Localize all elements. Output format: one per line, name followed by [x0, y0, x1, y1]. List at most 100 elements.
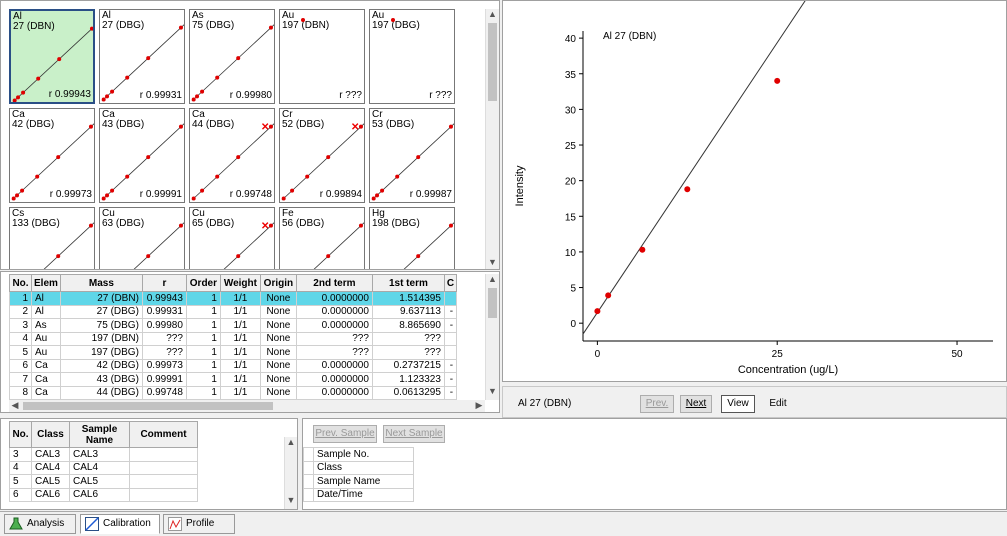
table-cell: ??? — [141, 331, 187, 346]
thumb-point — [371, 196, 376, 201]
table-row[interactable]: 7 Ca 43 (DBG) 0.99991 1 1/1 None 0.0000000 1.123… — [9, 372, 458, 387]
table-row[interactable]: 8 Ca 44 (DBG) 0.99748 1 1/1 None 0.0000000 0.061… — [9, 385, 458, 400]
calibration-thumbnail[interactable]: Hg 198 (DBG) — [369, 207, 455, 269]
thumb-point — [178, 124, 183, 129]
scroll-up-icon[interactable]: ▲ — [285, 437, 297, 447]
thumb-point — [416, 155, 421, 160]
row-selector[interactable] — [303, 447, 314, 462]
row-selector[interactable] — [303, 460, 314, 475]
column-header[interactable]: 1st term — [371, 274, 445, 292]
table-cell: - — [443, 372, 458, 387]
scroll-right-icon[interactable]: ▶ — [473, 400, 485, 411]
column-header[interactable]: Elem — [31, 274, 61, 292]
thumb-point — [101, 196, 106, 201]
table-hscrollbar[interactable]: ◀ ▶ — [9, 400, 485, 412]
scroll-up-icon[interactable]: ▲ — [486, 274, 499, 284]
data-point — [594, 308, 601, 315]
calibration-thumbnail[interactable]: Ca 42 (DBG) r 0.99973 — [9, 108, 95, 203]
table-cell: 0.0000000 — [295, 318, 373, 333]
table-row[interactable]: 1 Al 27 (DBN) 0.99943 1 1/1 None 0.0000000 1.514… — [9, 291, 458, 306]
scroll-down-icon[interactable]: ▼ — [285, 495, 297, 505]
tab-label: Profile — [186, 518, 215, 529]
scroll-thumb[interactable] — [488, 23, 497, 101]
table-row[interactable]: 3 CAL3 CAL3 — [9, 447, 198, 462]
calibration-thumbnail[interactable]: Al 27 (DBG) r 0.99931 — [99, 9, 185, 104]
calibration-thumbnail[interactable]: Au 197 (DBN) r ??? — [279, 9, 365, 104]
thumb-point — [12, 98, 17, 102]
next-button[interactable]: Next — [680, 395, 712, 413]
calibration-thumbnail[interactable]: Cr 53 (DBG) r 0.99987 — [369, 108, 455, 203]
table-cell: CAL5 — [69, 474, 130, 489]
edit-button[interactable]: Edit — [761, 395, 795, 413]
scroll-up-icon[interactable]: ▲ — [486, 9, 499, 19]
calibration-thumbnail[interactable]: Au 197 (DBG) r ??? — [369, 9, 455, 104]
table-cell: Al — [31, 291, 61, 306]
table-row[interactable]: 5 Au 197 (DBG)??? 1 1/1 None?????? — [9, 345, 458, 360]
column-header[interactable]: Mass — [59, 274, 143, 292]
calibration-curve-plot: 0 5 10 15 20 25 30 35 40 0 25 50 Concentration (ug/L… — [502, 0, 1007, 382]
detail-field-label: Sample Name — [313, 474, 414, 489]
table-row[interactable]: 6 Ca 42 (DBG) 0.99973 1 1/1 None 0.0000000 0.273… — [9, 358, 458, 373]
thumb-point — [21, 90, 26, 95]
thumb-point — [215, 174, 220, 179]
column-header[interactable]: No. — [9, 421, 32, 448]
tab-profile[interactable]: Profile — [163, 514, 235, 534]
table-row[interactable]: 6 CAL6 CAL6 — [9, 487, 198, 502]
scroll-thumb[interactable] — [488, 288, 497, 318]
column-header[interactable]: Weight — [219, 274, 261, 292]
calibration-thumbnail[interactable]: As 75 (DBG) r 0.99980 — [189, 9, 275, 104]
y-tick-label: 5 — [570, 284, 576, 295]
tab-calibration-curve[interactable]: Calibration C... — [80, 514, 160, 534]
calibration-thumbnail[interactable]: Cr 52 (DBG) ✕ r 0.99894 — [279, 108, 365, 203]
thumb-point — [101, 97, 106, 102]
calibration-thumbnail[interactable]: Cs 133 (DBG) — [9, 207, 95, 269]
scroll-down-icon[interactable]: ▼ — [486, 257, 499, 267]
table-row[interactable]: 2 Al 27 (DBG) 0.99931 1 1/1 None 0.0000000 9.637… — [9, 304, 458, 319]
scroll-left-icon[interactable]: ◀ — [9, 400, 21, 411]
row-selector[interactable] — [303, 487, 314, 502]
row-selector[interactable] — [303, 474, 314, 489]
table-row[interactable]: 3 As 75 (DBG) 0.99980 1 1/1 None 0.0000000 8.865… — [9, 318, 458, 333]
table-cell: 9.637113 — [371, 304, 445, 319]
column-header[interactable]: r — [141, 274, 187, 292]
table-cell: 6 — [9, 358, 32, 373]
table-cell: 197 (DBN) — [59, 331, 143, 346]
view-button[interactable]: View — [721, 395, 755, 413]
thumb-point — [290, 188, 295, 193]
calibration-thumbnail[interactable]: Fe 56 (DBG) — [279, 207, 365, 269]
thumb-point — [88, 124, 93, 129]
table-cell — [129, 474, 198, 489]
column-header[interactable]: Comment — [129, 421, 198, 448]
table-row[interactable]: 4 CAL4 CAL4 — [9, 460, 198, 475]
table-scrollbar[interactable]: ▲ ▼ — [485, 274, 499, 400]
column-header[interactable]: Origin — [259, 274, 297, 292]
sample-scrollbar[interactable]: ▲ ▼ — [284, 437, 297, 509]
table-cell: 4 — [9, 460, 32, 475]
calibration-thumbnail[interactable]: Cu 63 (DBG) — [99, 207, 185, 269]
calibration-thumbnail[interactable]: Cu 65 (DBG) ✕ — [189, 207, 275, 269]
prev-button[interactable]: Prev. — [640, 395, 674, 413]
thumb-point — [281, 196, 286, 201]
scroll-down-icon[interactable]: ▼ — [486, 386, 499, 396]
thumb-curve — [403, 222, 454, 269]
table-cell: 1/1 — [219, 291, 261, 306]
calibration-thumbnail[interactable]: Ca 44 (DBG) ✕ r 0.99748 — [189, 108, 275, 203]
prev-sample-button[interactable]: Prev. Sample — [313, 425, 377, 443]
table-cell: - — [443, 318, 458, 333]
column-header[interactable]: C — [443, 274, 458, 292]
column-header[interactable]: No. — [9, 274, 32, 292]
calibration-thumbnail[interactable]: Ca 43 (DBG) r 0.99991 — [99, 108, 185, 203]
thumbnail-scrollbar[interactable]: ▲ ▼ — [485, 9, 499, 269]
column-header[interactable]: 2nd term — [295, 274, 373, 292]
column-header[interactable]: Sample Name — [69, 421, 130, 448]
column-header[interactable]: Order — [185, 274, 221, 292]
hscroll-thumb[interactable] — [23, 402, 273, 410]
column-header[interactable]: Class — [31, 421, 70, 448]
thumb-point — [178, 25, 183, 30]
table-row[interactable]: 4 Au 197 (DBN)??? 1 1/1 None?????? — [9, 331, 458, 346]
next-sample-button[interactable]: Next Sample — [383, 425, 445, 443]
table-cell: ??? — [295, 345, 373, 360]
calibration-thumbnail[interactable]: Al 27 (DBN) r 0.99943 — [9, 9, 95, 104]
table-row[interactable]: 5 CAL5 CAL5 — [9, 474, 198, 489]
tab-analysis[interactable]: Analysis — [4, 514, 76, 534]
